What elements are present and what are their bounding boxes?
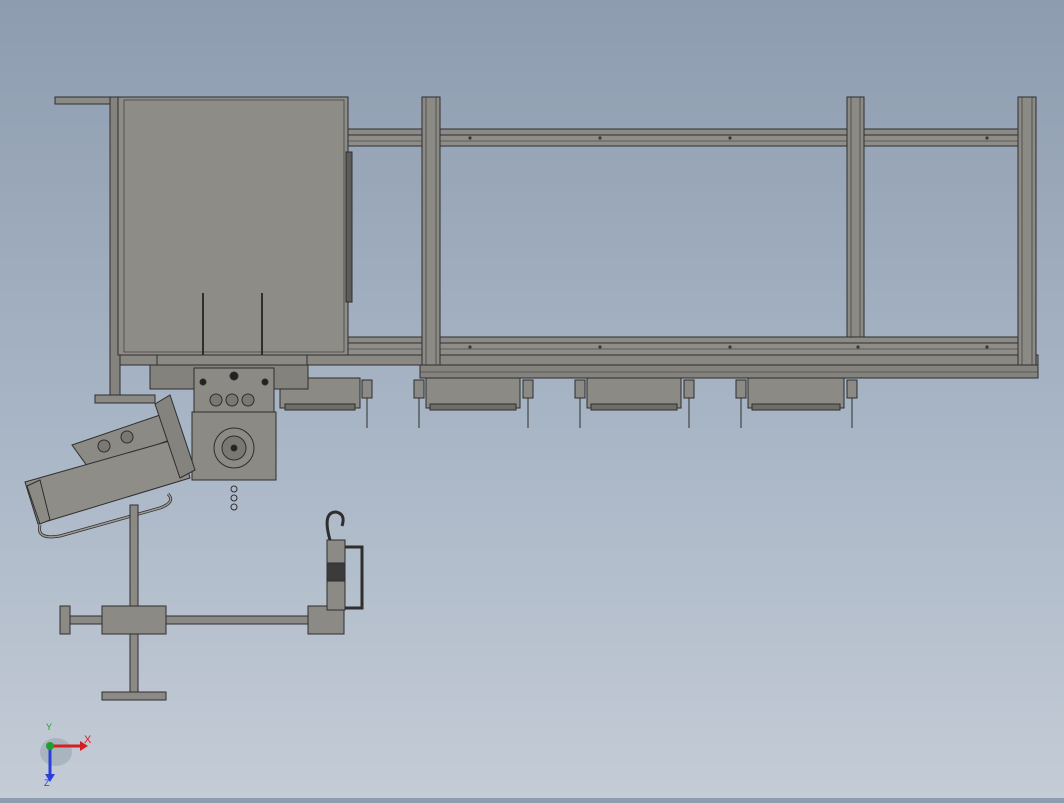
feeder-arm	[24, 394, 196, 539]
frame-top-rail	[347, 128, 1021, 147]
z-axis-label: Z	[44, 778, 50, 788]
axis-triad: X Y Z	[36, 722, 106, 790]
x-axis-label: X	[84, 734, 92, 746]
frame-post-3	[1017, 96, 1037, 366]
assembly-drawing	[24, 96, 1039, 701]
carriage-2	[413, 377, 534, 428]
frame-post-1	[421, 96, 441, 366]
y-axis-label: Y	[46, 722, 53, 732]
triad-origin-shadow	[40, 738, 72, 766]
cad-viewport[interactable]: X Y Z	[0, 0, 1064, 798]
hook	[325, 510, 364, 611]
y-axis-dot	[46, 742, 54, 750]
frame-post-2	[846, 96, 865, 338]
stand-post	[59, 504, 345, 701]
carriage-4	[735, 377, 858, 428]
rail-bolts	[468, 136, 989, 349]
carriage-3	[574, 377, 695, 428]
